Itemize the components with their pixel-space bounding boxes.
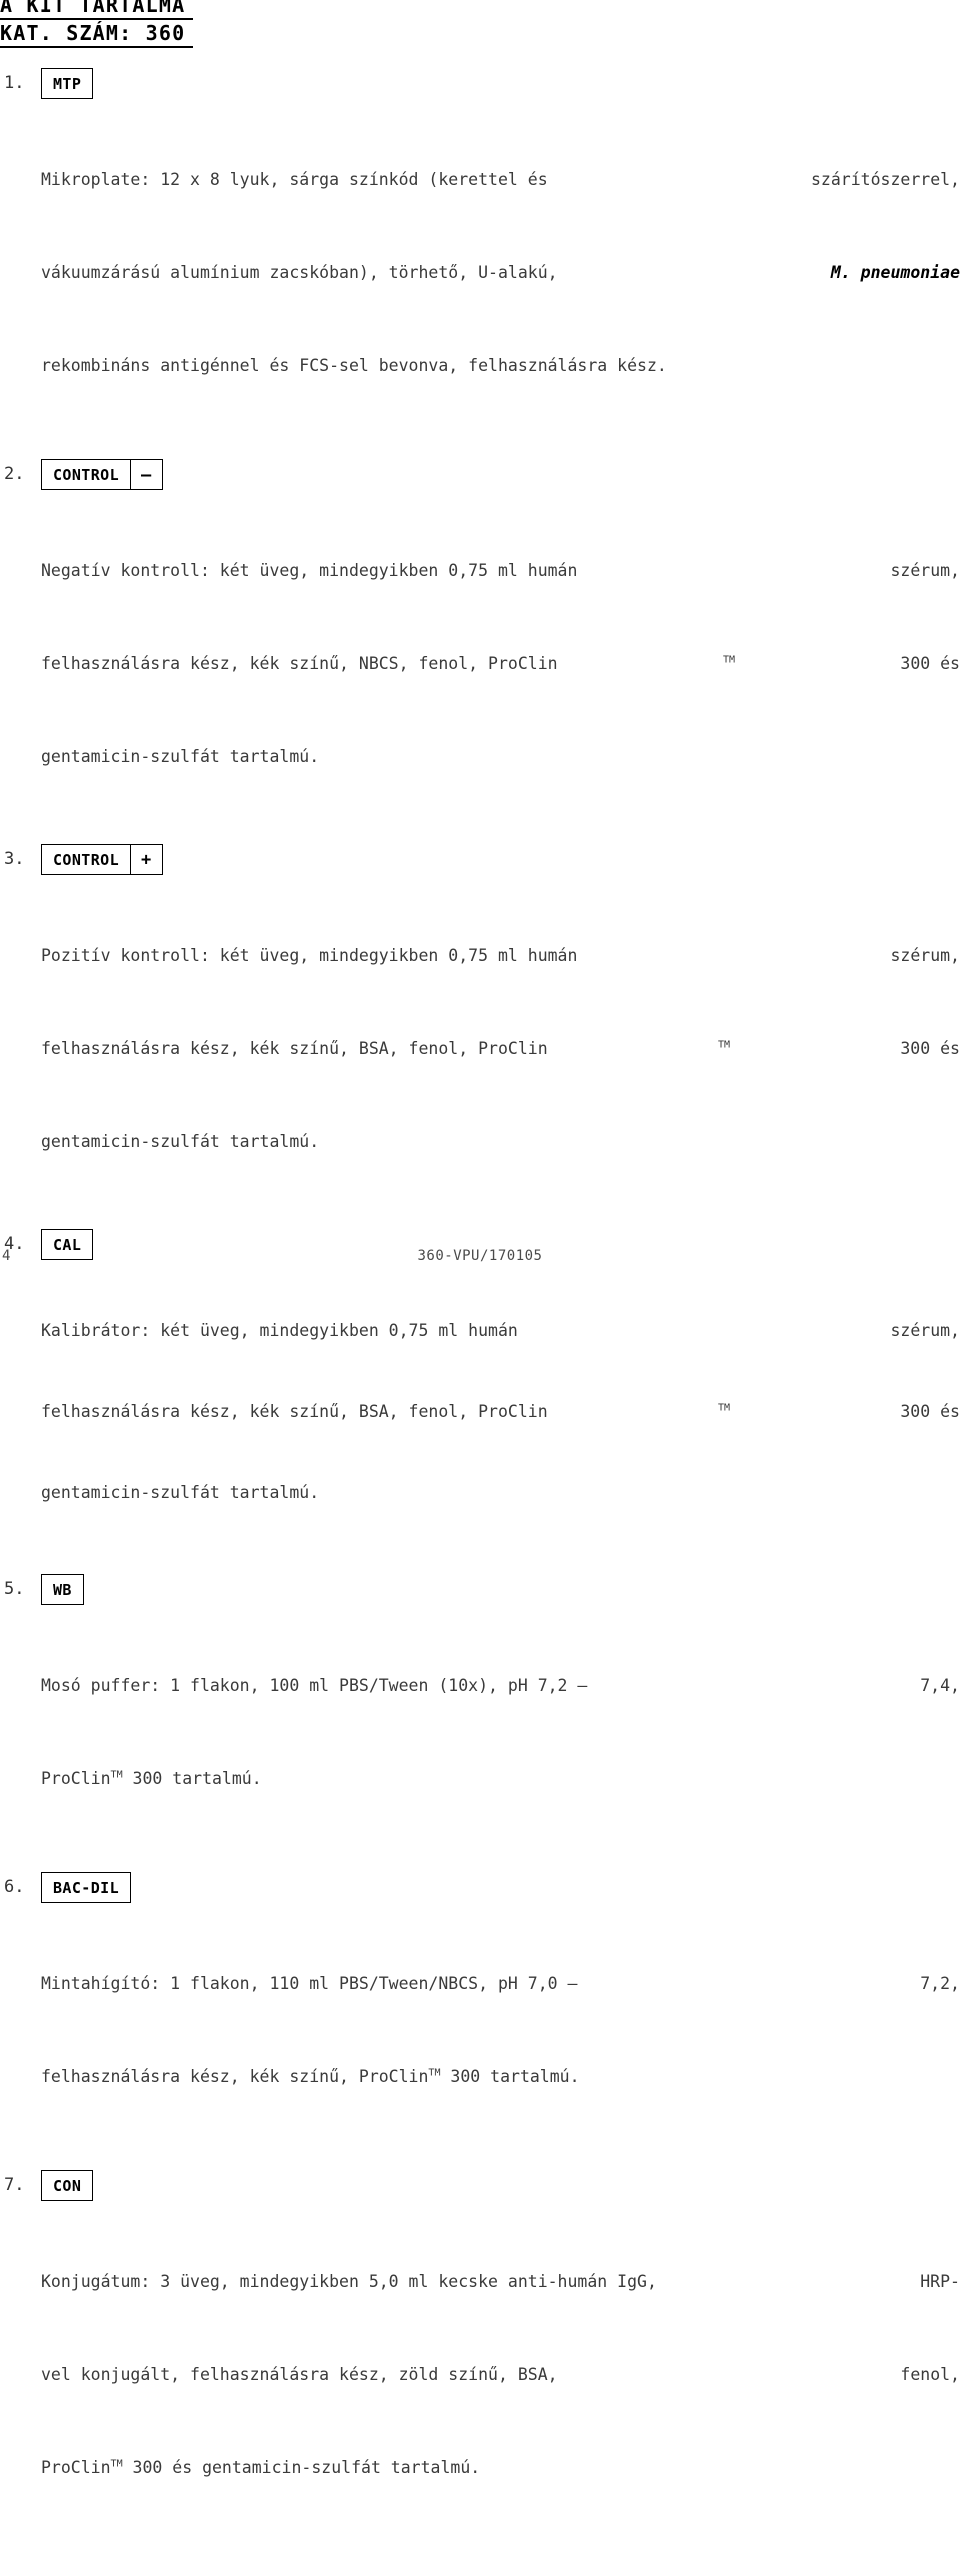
item-description: Mikroplate: 12 x 8 lyuk, sárga színkód (… xyxy=(41,102,960,443)
text-line: felhasználásra kész, kék színű, ProClinT… xyxy=(41,2067,580,2086)
symbol-label: BAC-DIL xyxy=(53,1878,120,1897)
text-line: gentamicin-szulfát tartalmú. xyxy=(41,1132,320,1151)
list-item: 6. BAC-DIL Mintahígító: 1 flakon, 110 ml… xyxy=(0,1872,960,2154)
trademark-mark: TM xyxy=(722,654,735,666)
text-line: Pozitív kontroll: két üveg, mindegyikben… xyxy=(41,946,960,965)
trademark-mark: TM xyxy=(110,2458,123,2470)
item-header: 5. WB xyxy=(0,1574,960,1608)
item-number: 1. xyxy=(4,73,25,93)
item-header: 6. BAC-DIL xyxy=(0,1872,960,1906)
text-line: rekombináns antigénnel és FCS-sel bevonv… xyxy=(41,356,667,375)
list-item: 1. MTP Mikroplate: 12 x 8 lyuk, sárga sz… xyxy=(0,68,960,443)
symbol-box-mtp: MTP xyxy=(41,68,94,99)
symbol-sign: – xyxy=(130,460,162,489)
item-description: Pozitív kontroll: két üveg, mindegyikben… xyxy=(41,878,960,1219)
text-line: ProClinTM 300 tartalmú. xyxy=(41,1769,262,1788)
trademark-mark: TM xyxy=(717,1402,731,1414)
text-line: Mikroplate: 12 x 8 lyuk, sárga színkód (… xyxy=(41,170,960,189)
symbol-label: CON xyxy=(53,2176,82,2195)
item-number: 6. xyxy=(4,1877,25,1897)
item-number: 7. xyxy=(4,2175,25,2195)
symbol-label: CONTROL xyxy=(53,850,120,869)
text-line: vel konjugált, felhasználásra kész, zöld… xyxy=(41,2365,960,2384)
symbol-box-bac-dil: BAC-DIL xyxy=(41,1872,132,1903)
page-footer: 4 360-VPU/170105 xyxy=(0,1248,960,1270)
trademark-mark: TM xyxy=(717,1039,731,1051)
text-line: gentamicin-szulfát tartalmú. xyxy=(41,1483,320,1502)
text-line: vákuumzárású alumínium zacskóban), törhe… xyxy=(41,257,960,288)
species-name: M. pneumoniae xyxy=(830,263,960,282)
kit-contents-list: 1. MTP Mikroplate: 12 x 8 lyuk, sárga sz… xyxy=(0,68,960,2556)
symbol-box-control-negative: CONTROL – xyxy=(41,459,163,490)
item-header: 3. CONTROL + xyxy=(0,844,960,878)
item-description: Mosó puffer: 1 flakon, 100 ml PBS/Tween … xyxy=(41,1608,960,1856)
catalog-number: KAT. SZÁM: 360 xyxy=(0,22,193,48)
list-item: 4. CAL Kalibrátor: két üveg, mindegyikbe… xyxy=(0,1229,960,1560)
trademark-mark: TM xyxy=(428,2067,441,2079)
item-number: 2. xyxy=(4,464,25,484)
list-item: 2. CONTROL – Negatív kontroll: két üveg,… xyxy=(0,459,960,834)
document-page: A KIT TARTALMA KAT. SZÁM: 360 1. MTP Mik… xyxy=(0,0,960,2477)
symbol-label: CONTROL xyxy=(53,465,120,484)
text-line: Konjugátum: 3 üveg, mindegyikben 5,0 ml … xyxy=(41,2272,960,2291)
text-line: Kalibrátor: két üveg, mindegyikben 0,75 … xyxy=(41,1321,960,1340)
item-description: Mintahígító: 1 flakon, 110 ml PBS/Tween/… xyxy=(41,1906,960,2154)
text-line: felhasználásra kész, kék színű, BSA, fen… xyxy=(41,1033,960,1064)
document-code: 360-VPU/170105 xyxy=(417,1248,543,1264)
item-header: 7. CON xyxy=(0,2170,960,2204)
text-line: ProClinTM 300 és gentamicin-szulfát tart… xyxy=(41,2458,481,2477)
item-header: 2. CONTROL – xyxy=(0,459,960,493)
list-item: 7. CON Konjugátum: 3 üveg, mindegyikben … xyxy=(0,2170,960,2545)
item-number: 3. xyxy=(4,849,25,869)
list-item: 5. WB Mosó puffer: 1 flakon, 100 ml PBS/… xyxy=(0,1574,960,1856)
item-number: 5. xyxy=(4,1579,25,1599)
item-description: Konjugátum: 3 üveg, mindegyikben 5,0 ml … xyxy=(41,2204,960,2545)
symbol-box-wb: WB xyxy=(41,1574,84,1605)
text-line: Negatív kontroll: két üveg, mindegyikben… xyxy=(41,561,960,580)
text-line: Mintahígító: 1 flakon, 110 ml PBS/Tween/… xyxy=(41,1974,960,1993)
text-line: felhasználásra kész, kék színű, BSA, fen… xyxy=(41,1398,960,1425)
symbol-label: MTP xyxy=(53,74,82,93)
trademark-mark: TM xyxy=(110,1769,123,1781)
text-line: gentamicin-szulfát tartalmú. xyxy=(41,747,320,766)
symbol-label: WB xyxy=(53,1580,72,1599)
symbol-box-control-positive: CONTROL + xyxy=(41,844,163,875)
item-description: Kalibrátor: két üveg, mindegyikben 0,75 … xyxy=(41,1263,960,1560)
symbol-sign: + xyxy=(130,845,162,874)
page-title: A KIT TARTALMA xyxy=(0,0,193,20)
text-line: felhasználásra kész, kék színű, NBCS, fe… xyxy=(41,648,960,679)
item-description: Negatív kontroll: két üveg, mindegyikben… xyxy=(41,493,960,834)
text-line: Mosó puffer: 1 flakon, 100 ml PBS/Tween … xyxy=(41,1676,960,1695)
item-header: 1. MTP xyxy=(0,68,960,102)
symbol-box-con: CON xyxy=(41,2170,94,2201)
document-header: A KIT TARTALMA KAT. SZÁM: 360 xyxy=(0,0,300,48)
list-item: 3. CONTROL + Pozitív kontroll: két üveg,… xyxy=(0,844,960,1219)
